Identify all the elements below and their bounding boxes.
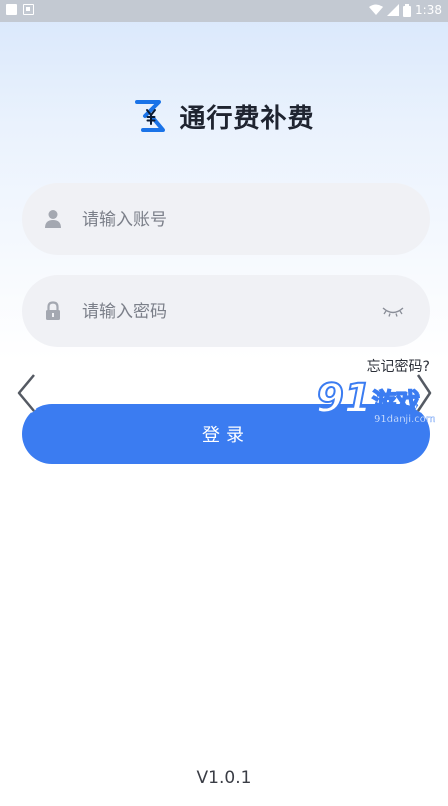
image-notification-icon [23,4,34,15]
account-input[interactable] [80,183,384,257]
app-title: 通行费补费 [179,103,315,134]
user-icon [45,210,61,228]
watermark-text: 游戏 [371,387,421,417]
app-header: 通行费补费 [0,96,448,136]
signal-icon [387,4,400,16]
battery-icon [403,3,412,17]
watermark-url: 91danji.com [374,414,436,425]
app-logo-icon [135,100,166,132]
eye-closed-icon[interactable] [382,303,404,319]
lock-icon [46,301,60,320]
app-version: V1.0.1 [196,768,252,788]
chevron-left-icon[interactable] [14,372,38,414]
notification-icon [6,4,17,15]
password-input[interactable] [80,275,384,349]
status-time: 1:38 [415,3,442,17]
wifi-icon [369,4,384,15]
status-bar: 1:38 [0,0,448,22]
chevron-right-icon[interactable] [414,372,434,414]
watermark-number: 91 [315,375,373,423]
password-field[interactable] [22,275,430,349]
account-field[interactable] [22,183,430,257]
